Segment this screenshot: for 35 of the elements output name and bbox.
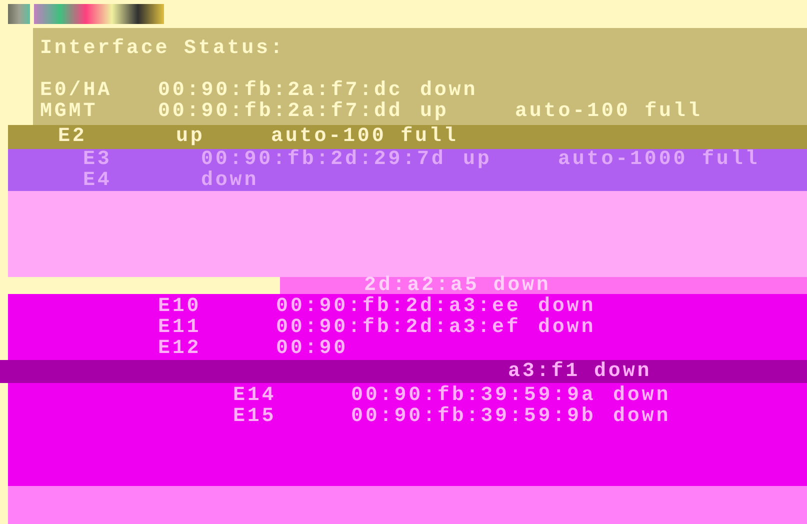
interface-name: E4 <box>83 170 113 191</box>
mac-address: a3:f1 <box>508 361 580 382</box>
link-state: down <box>201 170 260 191</box>
link-state: down <box>420 80 479 101</box>
terminal-heading: Interface Status: <box>40 38 286 59</box>
mac-address: 00:90:fb:2a:f7:dc <box>158 80 404 101</box>
mac-address: 00:90:fb:2d:a3:ee <box>276 296 522 317</box>
interface-name: E12 <box>158 338 202 359</box>
mac-address: 2d:a2:a5 <box>364 277 480 294</box>
link-state: up <box>463 149 493 170</box>
link-state: down <box>613 406 672 427</box>
link-state: down <box>613 385 672 406</box>
interface-name: E10 <box>158 296 202 317</box>
interface-name: MGMT <box>40 101 99 122</box>
link-mode: auto-100 full <box>271 126 458 147</box>
link-state: down <box>538 317 597 338</box>
interface-name: E0/HA <box>40 80 114 101</box>
link-mode: auto-100 full <box>515 101 702 122</box>
interface-name: E2 <box>58 126 88 147</box>
mac-address: 00:90:fb:39:59:9a <box>351 385 597 406</box>
mac-address: 00:90:fb:2a:f7:dd <box>158 101 404 122</box>
link-state: down <box>594 361 653 382</box>
mac-address: 00:90:fb:2d:a3:ef <box>276 317 522 338</box>
link-state: up <box>420 101 450 122</box>
mac-address: 00:90 <box>276 338 350 359</box>
link-state: down <box>538 296 597 317</box>
interface-name: E14 <box>233 385 278 406</box>
link-state: up <box>176 126 206 147</box>
mac-address: 00:90:fb:39:59:9b <box>351 406 597 427</box>
interface-name: E3 <box>83 149 113 170</box>
link-mode: auto-1000 full <box>558 149 760 170</box>
link-state: down <box>493 277 551 294</box>
interface-name: E11 <box>158 317 202 338</box>
mac-address: 00:90:fb:2d:29:7d <box>201 149 447 170</box>
interface-name: E15 <box>233 406 278 427</box>
